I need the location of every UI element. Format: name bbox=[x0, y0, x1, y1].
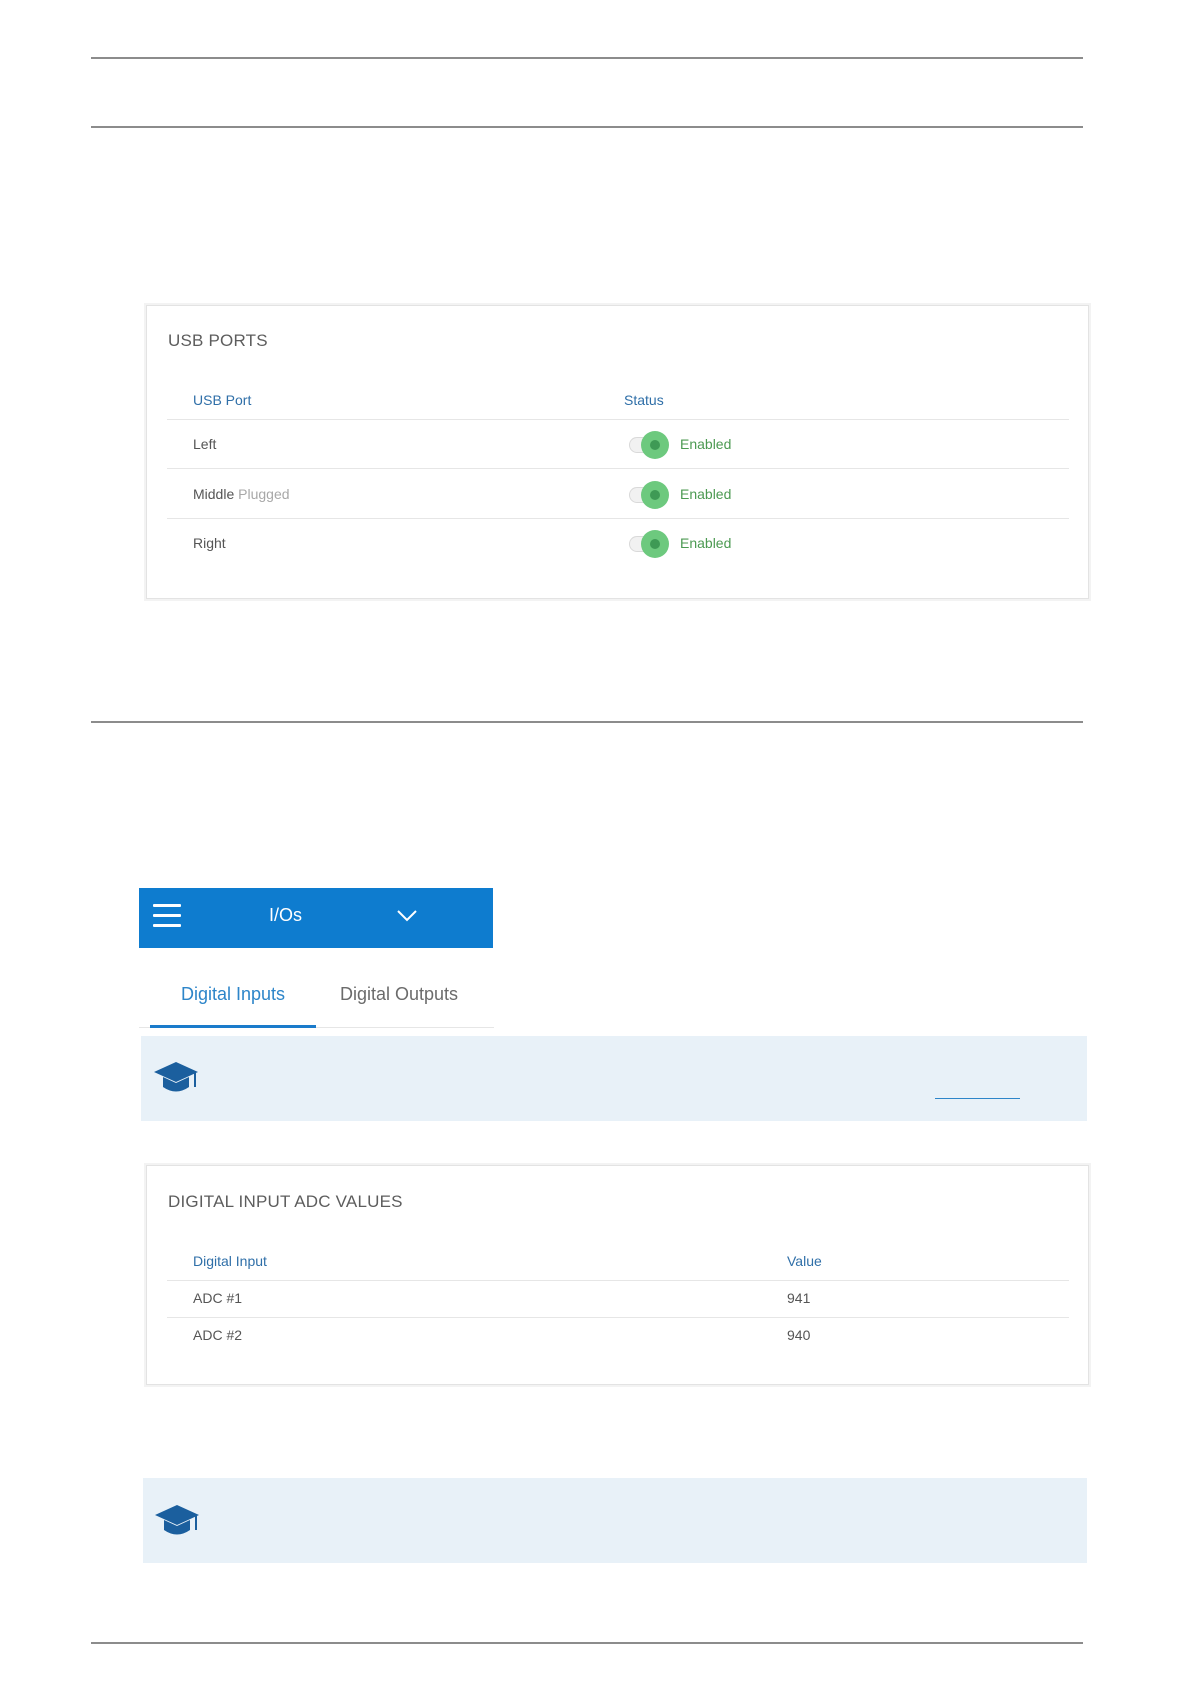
usb-port-middle-name: Middle Plugged bbox=[193, 486, 290, 502]
row-divider bbox=[167, 518, 1069, 519]
menu-line bbox=[153, 904, 181, 907]
io-tabs: Digital Inputs Digital Outputs bbox=[139, 960, 494, 1028]
usb-left-status: Enabled bbox=[680, 436, 732, 452]
usb-port-middle-label: Middle bbox=[193, 486, 235, 502]
value-column-header: Value bbox=[787, 1253, 822, 1269]
usb-ports-card: USB PORTS USB Port Status Left Enabled M… bbox=[146, 305, 1089, 599]
adc-values-card: DIGITAL INPUT ADC VALUES Digital Input V… bbox=[146, 1165, 1089, 1385]
hamburger-menu-icon[interactable] bbox=[153, 902, 181, 930]
document-page: USB PORTS USB Port Status Left Enabled M… bbox=[0, 0, 1190, 1684]
toggle-knob bbox=[641, 431, 669, 459]
toggle-knob bbox=[641, 530, 669, 558]
row-divider bbox=[167, 419, 1069, 420]
adc-1-value: 941 bbox=[787, 1290, 811, 1306]
top-rule bbox=[91, 57, 1083, 59]
io-header-bar: I/Os bbox=[139, 888, 493, 948]
chevron-down-icon[interactable] bbox=[395, 904, 419, 928]
graduation-cap-icon bbox=[154, 1062, 198, 1092]
usb-right-toggle[interactable] bbox=[627, 529, 671, 559]
usb-middle-status: Enabled bbox=[680, 486, 732, 502]
graduation-cap-icon bbox=[155, 1505, 199, 1535]
adc-values-title: DIGITAL INPUT ADC VALUES bbox=[168, 1192, 403, 1211]
usb-port-right-name: Right bbox=[193, 535, 226, 551]
digital-input-column-header: Digital Input bbox=[193, 1253, 267, 1269]
usb-left-toggle[interactable] bbox=[627, 430, 671, 460]
plugged-indicator: Plugged bbox=[238, 486, 290, 502]
tip-link-underline[interactable] bbox=[935, 1098, 1020, 1099]
usb-port-left-name: Left bbox=[193, 436, 217, 452]
status-column-header: Status bbox=[624, 392, 664, 408]
active-tab-indicator bbox=[150, 1025, 316, 1028]
section-rule bbox=[91, 126, 1083, 128]
usb-middle-toggle[interactable] bbox=[627, 480, 671, 510]
bottom-rule bbox=[91, 1642, 1083, 1644]
tab-digital-inputs[interactable]: Digital Inputs bbox=[150, 960, 316, 1028]
adc-2-value: 940 bbox=[787, 1327, 811, 1343]
adc-2-name: ADC #2 bbox=[193, 1327, 243, 1343]
info-tip-box bbox=[143, 1478, 1087, 1563]
menu-line bbox=[153, 914, 181, 917]
menu-line bbox=[153, 924, 181, 927]
row-divider bbox=[167, 1280, 1069, 1281]
info-tip-box bbox=[141, 1036, 1087, 1121]
row-divider bbox=[167, 1317, 1069, 1318]
io-page-title[interactable]: I/Os bbox=[269, 905, 302, 926]
adc-1-name: ADC #1 bbox=[193, 1290, 243, 1306]
section-rule bbox=[91, 721, 1083, 723]
row-divider bbox=[167, 468, 1069, 469]
usb-right-status: Enabled bbox=[680, 535, 732, 551]
toggle-knob bbox=[641, 481, 669, 509]
usb-port-column-header: USB Port bbox=[193, 392, 252, 408]
tab-digital-outputs[interactable]: Digital Outputs bbox=[324, 960, 474, 1028]
usb-ports-title: USB PORTS bbox=[168, 331, 268, 350]
